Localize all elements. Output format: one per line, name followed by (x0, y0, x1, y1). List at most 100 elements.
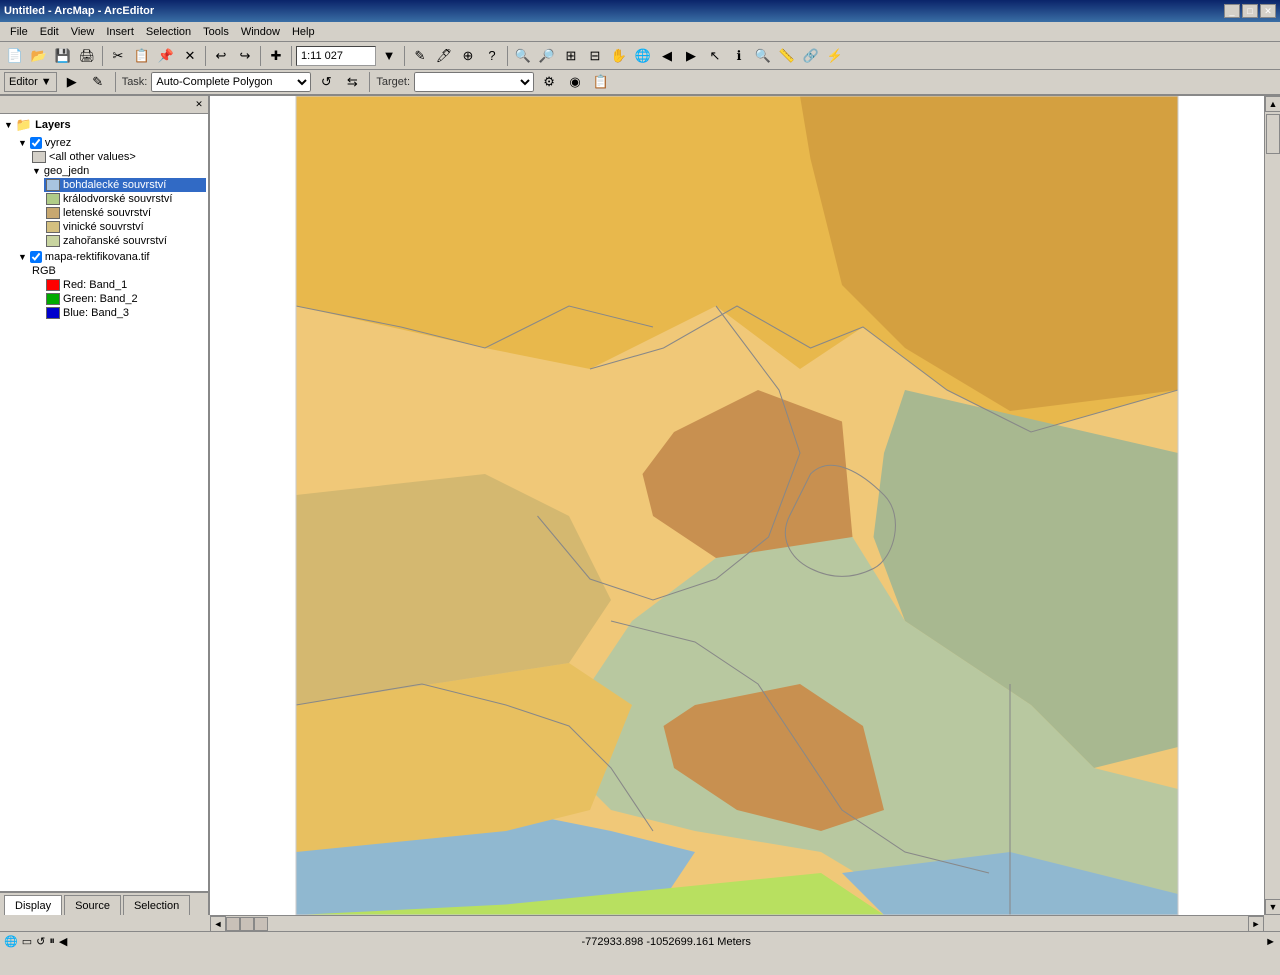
measure-btn[interactable]: 📏 (776, 45, 798, 67)
edit-tool-btn[interactable]: ✎ (87, 71, 109, 93)
full-extent-btn[interactable]: 🌐 (632, 45, 654, 67)
scroll-track-v[interactable] (1265, 112, 1280, 899)
zoom-out-btn[interactable]: 🔎 (536, 45, 558, 67)
kralodvorske-swatch (46, 193, 60, 205)
menu-selection[interactable]: Selection (140, 24, 197, 40)
paste-button[interactable]: 📌 (155, 45, 177, 67)
find-btn[interactable]: 🔍 (752, 45, 774, 67)
menu-window[interactable]: Window (235, 24, 286, 40)
blue-label: Blue: Band_3 (63, 307, 129, 319)
minimize-button[interactable]: _ (1224, 4, 1240, 18)
horizontal-scrollbar[interactable]: ◄ ► (210, 915, 1264, 931)
new-button[interactable]: 📄 (4, 45, 26, 67)
layers-title: Layers (35, 119, 70, 131)
sep-e1 (115, 72, 116, 92)
close-panel-btn[interactable]: ✕ (192, 98, 206, 112)
layer-zahoranské[interactable]: zahořanské souvrství (44, 234, 206, 248)
scale-input[interactable]: 1:11 027 (296, 46, 376, 66)
separator-2 (205, 46, 206, 66)
layer-bohdalecke[interactable]: bohdalecké souvrství (44, 178, 206, 192)
hyperlink-btn[interactable]: 🔗 (800, 45, 822, 67)
menu-help[interactable]: Help (286, 24, 321, 40)
map-svg (210, 96, 1264, 915)
back-extent-btn[interactable]: ◀ (656, 45, 678, 67)
editor-arrow-btn[interactable]: ▶ (61, 71, 83, 93)
target-select[interactable] (414, 72, 534, 92)
layer-mapa[interactable]: ▼ mapa-rektifikovana.tif (16, 250, 206, 264)
task-select[interactable]: Auto-Complete Polygon (151, 72, 311, 92)
layer-kralodvorske[interactable]: králodvorské souvrství (44, 192, 206, 206)
editor-toolbar: Editor ▼ ▶ ✎ Task: Auto-Complete Polygon… (0, 70, 1280, 96)
snapping-env-btn[interactable]: ◉ (564, 71, 586, 93)
layer-geo-jedn[interactable]: ▼ geo_jedn (30, 164, 206, 178)
separator-4 (291, 46, 292, 66)
left-panel: ✕ ▼ 📁 Layers ▼ vyrez <all other values> (0, 96, 210, 915)
fixed-zoom-out[interactable]: ⊟ (584, 45, 606, 67)
menu-insert[interactable]: Insert (100, 24, 140, 40)
sketch-tool-btn[interactable]: 🖊 (433, 45, 455, 67)
zoom-in-btn[interactable]: 🔍 (512, 45, 534, 67)
layer-letenske[interactable]: letenské souvrství (44, 206, 206, 220)
tab-source[interactable]: Source (64, 895, 121, 915)
geo-jedn-expand[interactable]: ▼ (32, 166, 41, 176)
help-btn[interactable]: ? (481, 45, 503, 67)
layer-vinicke[interactable]: vinické souvrství (44, 220, 206, 234)
title-bar: Untitled - ArcMap - ArcEditor _ □ ✕ (0, 0, 1280, 22)
scroll-left-btn[interactable]: ◄ (210, 916, 226, 932)
fixed-zoom-in[interactable]: ⊞ (560, 45, 582, 67)
scale-dropdown[interactable]: ▼ (378, 45, 400, 67)
scroll-thumb-v[interactable] (1266, 114, 1280, 154)
fwd-extent-btn[interactable]: ▶ (680, 45, 702, 67)
blue-swatch (46, 307, 60, 319)
scroll-right-btn[interactable]: ► (1248, 916, 1264, 932)
save-button[interactable]: 💾 (52, 45, 74, 67)
add-data-button[interactable]: ✚ (265, 45, 287, 67)
copy-button[interactable]: 📋 (131, 45, 153, 67)
map-area[interactable] (210, 96, 1264, 915)
maximize-button[interactable]: □ (1242, 4, 1258, 18)
snapping-btn[interactable]: ⊕ (457, 45, 479, 67)
close-button[interactable]: ✕ (1260, 4, 1276, 18)
edit-vertices-btn[interactable]: ✎ (409, 45, 431, 67)
vinicke-swatch (46, 221, 60, 233)
delete-button[interactable]: ✕ (179, 45, 201, 67)
layers-heading: ▼ 📁 Layers (2, 116, 206, 134)
print-button[interactable]: 🖨 (76, 45, 98, 67)
status-scroll-right[interactable]: ► (1265, 936, 1276, 948)
letenske-label: letenské souvrství (63, 207, 151, 219)
scroll-up-btn[interactable]: ▲ (1265, 96, 1280, 112)
target-options-btn[interactable]: ⚙ (538, 71, 560, 93)
layer-rgb: RGB (30, 264, 206, 278)
layers-expand-icon[interactable]: ▼ (4, 120, 13, 130)
vyrez-expand-icon[interactable]: ▼ (18, 138, 27, 148)
vyrez-checkbox[interactable] (30, 137, 42, 149)
menu-view[interactable]: View (65, 24, 101, 40)
layer-all-other[interactable]: <all other values> (30, 150, 206, 164)
menu-file[interactable]: File (4, 24, 34, 40)
editor-dropdown[interactable]: Editor ▼ (4, 72, 57, 92)
vyrez-label: vyrez (45, 137, 71, 149)
vertical-scrollbar[interactable]: ▲ ▼ (1264, 96, 1280, 915)
menu-edit[interactable]: Edit (34, 24, 65, 40)
open-button[interactable]: 📂 (28, 45, 50, 67)
scroll-down-btn[interactable]: ▼ (1265, 899, 1280, 915)
lightning-btn[interactable]: ⚡ (824, 45, 846, 67)
menu-bar: File Edit View Insert Selection Tools Wi… (0, 22, 1280, 42)
menu-tools[interactable]: Tools (197, 24, 235, 40)
undo-button[interactable]: ↩ (210, 45, 232, 67)
redo-button[interactable]: ↪ (234, 45, 256, 67)
identify-btn[interactable]: ℹ (728, 45, 750, 67)
mapa-checkbox[interactable] (30, 251, 42, 263)
zahoranské-label: zahořanské souvrství (63, 235, 167, 247)
app-title: Untitled - ArcMap - ArcEditor (4, 5, 154, 17)
tab-selection[interactable]: Selection (123, 895, 190, 915)
mapa-expand-icon[interactable]: ▼ (18, 252, 27, 262)
rotate-btn[interactable]: ↺ (315, 71, 337, 93)
reflect-btn[interactable]: ⇆ (341, 71, 363, 93)
attributes-btn[interactable]: 📋 (590, 71, 612, 93)
layer-vyrez[interactable]: ▼ vyrez (16, 136, 206, 150)
tab-display[interactable]: Display (4, 895, 62, 915)
cut-button[interactable]: ✂ (107, 45, 129, 67)
select-btn[interactable]: ↖ (704, 45, 726, 67)
pan-btn[interactable]: ✋ (608, 45, 630, 67)
